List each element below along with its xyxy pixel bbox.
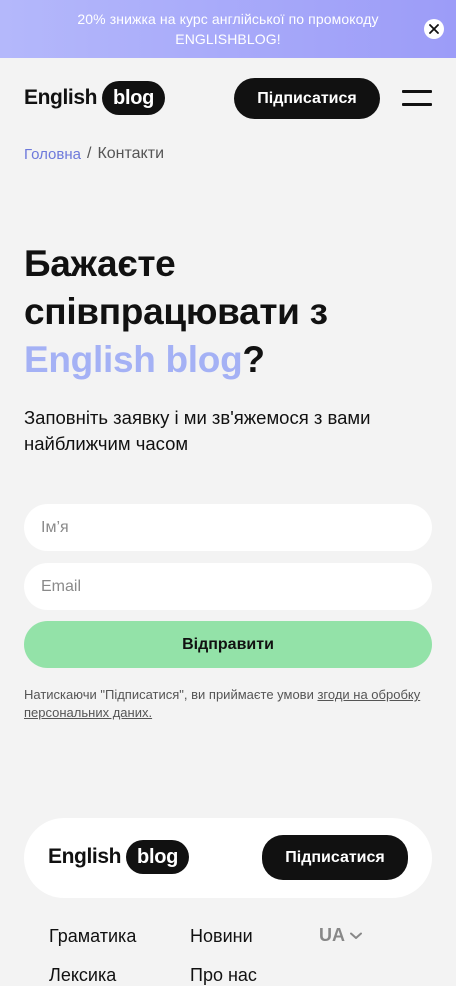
- site-logo[interactable]: English blog: [24, 81, 166, 115]
- email-input[interactable]: [24, 563, 432, 610]
- site-header: English blog Підписатися: [0, 58, 456, 138]
- page-title-accent: English blog: [24, 339, 243, 380]
- chevron-down-icon: [350, 932, 362, 939]
- language-label: UA: [319, 925, 345, 945]
- promo-text: 20% знижка на курс англійської по промок…: [77, 11, 379, 47]
- breadcrumb-home-link[interactable]: Головна: [24, 146, 81, 163]
- footer-nav-vocabulary[interactable]: Лексика: [49, 965, 116, 986]
- close-icon[interactable]: [424, 19, 444, 39]
- footer-logo-word: English: [48, 845, 122, 868]
- promo-banner: 20% знижка на курс англійської по промок…: [0, 0, 456, 58]
- page-title-main: Бажаєте співпрацювати з: [24, 243, 328, 332]
- breadcrumb: Головна / Контакти: [24, 145, 164, 163]
- page-title: Бажаєте співпрацювати з English blog?: [24, 240, 434, 384]
- hamburger-menu-icon[interactable]: [402, 90, 432, 106]
- consent-text: Натискаючи "Підписатися", ви приймаєте у…: [24, 686, 424, 722]
- logo-word: English: [24, 86, 98, 109]
- page-subtitle: Заповніть заявку і ми зв'яжемося з вами …: [24, 407, 371, 454]
- submit-button[interactable]: Відправити: [24, 621, 432, 668]
- footer-logo[interactable]: English blog: [48, 840, 190, 874]
- breadcrumb-current: Контакти: [97, 145, 164, 162]
- footer-nav-about[interactable]: Про нас: [190, 965, 257, 986]
- footer-nav-grammar[interactable]: Граматика: [49, 926, 136, 947]
- breadcrumb-separator: /: [87, 145, 92, 162]
- page-title-end: ?: [242, 339, 265, 380]
- language-selector[interactable]: UA: [319, 925, 362, 946]
- logo-pill: blog: [102, 81, 166, 115]
- footer-nav-news[interactable]: Новини: [190, 926, 253, 947]
- consent-text-body: Натискаючи "Підписатися", ви приймаєте у…: [24, 687, 318, 702]
- footer-logo-pill: blog: [126, 840, 190, 874]
- footer-subscribe-button[interactable]: Підписатися: [262, 835, 408, 880]
- name-input[interactable]: [24, 504, 432, 551]
- footer-card: English blog Підписатися: [24, 818, 432, 898]
- subscribe-button[interactable]: Підписатися: [234, 78, 380, 119]
